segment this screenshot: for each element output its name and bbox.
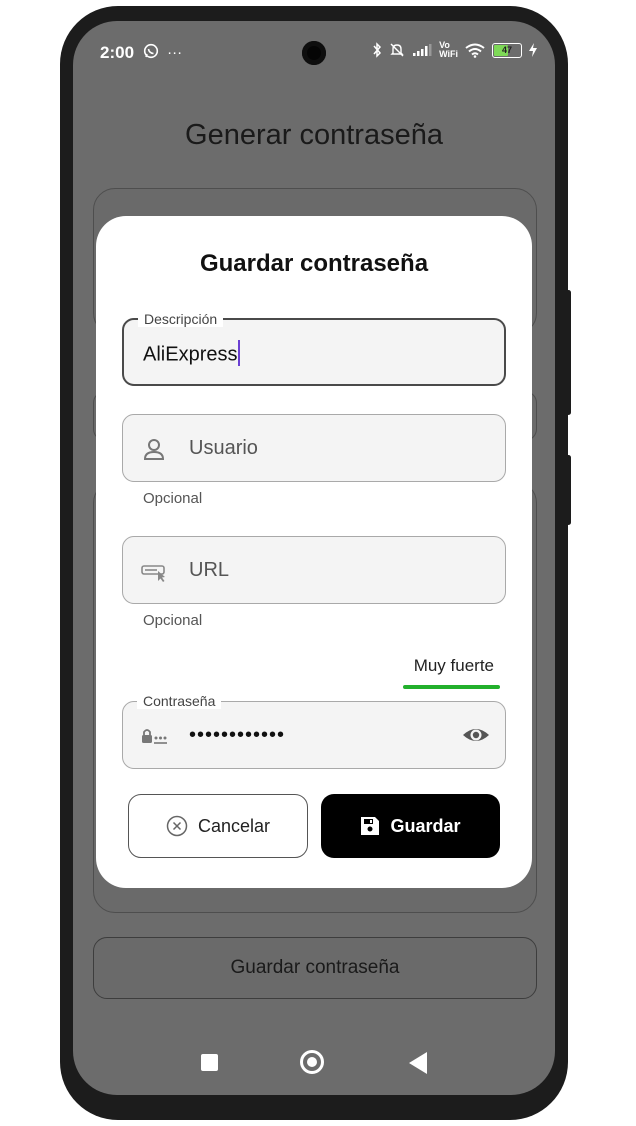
recents-icon[interactable]: [201, 1054, 218, 1071]
description-value: AliExpress: [143, 343, 238, 366]
status-time: 2:00: [100, 43, 135, 62]
password-icon: [142, 729, 167, 744]
save-password-dialog: Guardar contraseña Descripción AliExpres…: [96, 216, 532, 888]
strength-label: Muy fuerte: [413, 656, 494, 675]
text-caret: [238, 340, 241, 366]
user-input[interactable]: Usuario: [189, 437, 258, 460]
whatsapp-icon: [143, 43, 159, 59]
status-bar: 2:00 ··· Vo WiFi 47: [73, 21, 555, 81]
more-dots-icon: ···: [167, 44, 183, 61]
url-field[interactable]: URL: [122, 536, 506, 604]
home-icon[interactable]: [300, 1050, 324, 1074]
cancel-label: Cancelar: [197, 815, 271, 836]
floppy-disk-icon: [361, 817, 380, 835]
person-icon: [143, 439, 165, 460]
user-field[interactable]: Usuario: [122, 414, 506, 482]
eye-icon[interactable]: [461, 722, 491, 748]
save-label: Guardar: [390, 815, 461, 836]
password-label: Contraseña: [137, 693, 222, 709]
mute-icon: [390, 43, 404, 57]
description-input[interactable]: AliExpress: [143, 340, 241, 368]
back-icon[interactable]: [409, 1052, 427, 1074]
battery-icon: 47: [492, 42, 522, 58]
volume-button: [566, 290, 571, 415]
power-button: [566, 455, 571, 525]
signal-icon: [413, 44, 432, 56]
user-helper-text: Opcional: [143, 490, 203, 507]
password-input[interactable]: ••••••••••••: [189, 724, 285, 747]
description-field[interactable]: Descripción AliExpress: [122, 311, 506, 386]
strength-indicator: [403, 685, 500, 689]
status-left-icons: ···: [143, 43, 182, 61]
volte-icon: Vo WiFi: [439, 40, 458, 59]
wifi-icon: [465, 43, 485, 58]
bluetooth-icon: [373, 42, 382, 58]
dialog-title: Guardar contraseña: [199, 250, 429, 277]
url-helper-text: Opcional: [143, 612, 203, 629]
navigation-bar: [73, 1041, 555, 1081]
cancel-button[interactable]: Cancelar: [128, 794, 308, 858]
save-button[interactable]: Guardar: [321, 794, 500, 858]
url-input[interactable]: URL: [189, 559, 229, 582]
status-right-icons: Vo WiFi 47: [372, 41, 537, 59]
background-save-password-button: Guardar contraseña: [93, 937, 537, 999]
password-field[interactable]: Contraseña ••••••••••••: [122, 693, 506, 769]
charging-icon: [529, 43, 537, 57]
cancel-circle-icon: [166, 815, 188, 837]
front-camera: [302, 41, 326, 65]
link-icon: [141, 565, 165, 582]
battery-level: 47: [501, 45, 512, 55]
description-label: Descripción: [138, 311, 224, 327]
page-title: Generar contraseña: [185, 119, 443, 151]
